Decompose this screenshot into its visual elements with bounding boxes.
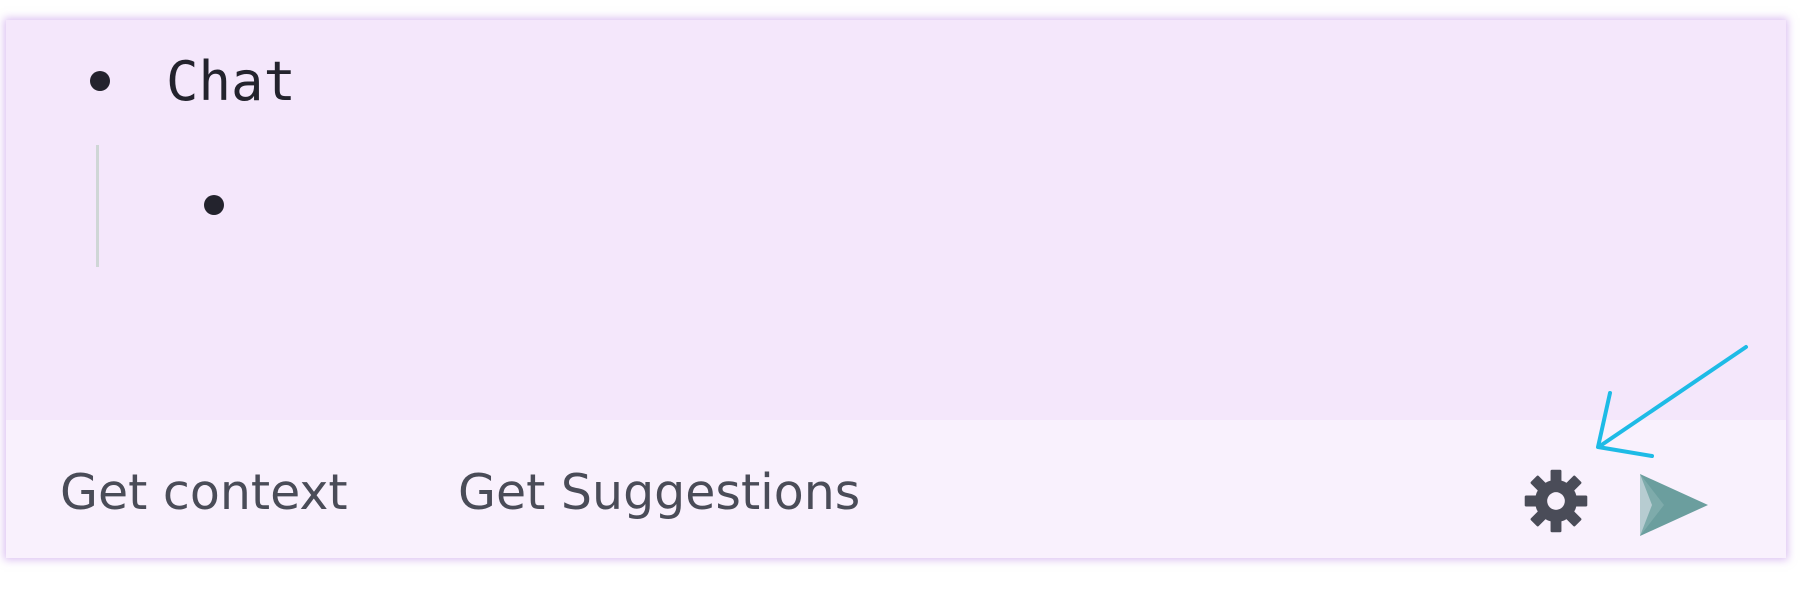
child-bullet-icon[interactable] <box>204 195 224 215</box>
outline-item-chat[interactable]: Chat <box>166 50 296 115</box>
send-icon[interactable] <box>1638 472 1710 538</box>
child-thread-line <box>96 145 99 267</box>
bullet-icon[interactable] <box>90 71 110 91</box>
chat-panel: Chat Get context Get Suggestions <box>6 20 1786 558</box>
get-suggestions-button[interactable]: Get Suggestions <box>458 464 860 521</box>
gear-icon[interactable] <box>1522 467 1590 535</box>
outline-editor[interactable]: Chat <box>6 20 1786 420</box>
chat-toolbar: Get context Get Suggestions <box>6 420 1786 558</box>
get-context-button[interactable]: Get context <box>60 464 348 521</box>
